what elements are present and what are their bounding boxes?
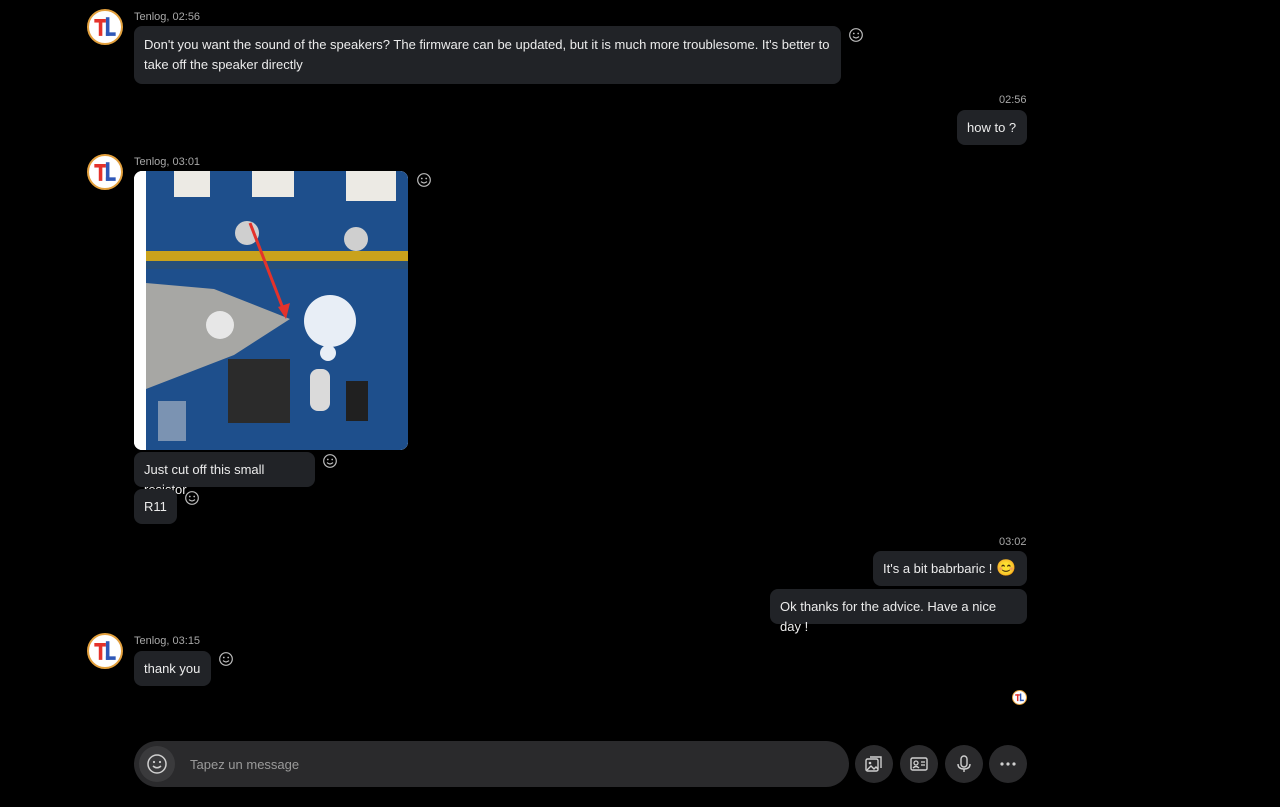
contact-avatar[interactable]	[87, 154, 123, 190]
message-input[interactable]	[190, 741, 830, 787]
smiley-reaction-icon[interactable]	[416, 172, 432, 188]
contact-card-icon	[910, 757, 928, 771]
message-bubble[interactable]: Don't you want the sound of the speakers…	[134, 26, 841, 84]
tenlog-logo-icon	[94, 17, 116, 36]
smiley-reaction-icon[interactable]	[848, 27, 864, 43]
more-dots-icon	[1000, 762, 1016, 766]
message-meta: Tenlog, 03:15	[134, 635, 201, 647]
microphone-button[interactable]	[945, 745, 983, 783]
message-bubble[interactable]: thank you	[134, 651, 211, 686]
smiley-reaction-icon[interactable]	[184, 490, 200, 506]
smiley-reaction-icon[interactable]	[322, 453, 338, 469]
emoji-button[interactable]	[139, 746, 175, 782]
attached-photo[interactable]	[134, 171, 408, 450]
microphone-icon	[957, 755, 971, 772]
message-bubble[interactable]: It's a bit babrbaric ! 😊	[873, 551, 1027, 586]
message-bubble[interactable]: Just cut off this small resistor	[134, 452, 315, 497]
contact-avatar[interactable]	[87, 9, 123, 45]
message-composer	[134, 741, 849, 787]
gallery-icon	[865, 756, 882, 772]
message-bubble[interactable]: Ok thanks for the advice. Have a nice da…	[770, 589, 1027, 634]
tenlog-logo-icon	[1015, 693, 1024, 702]
message-meta: 03:02	[999, 536, 1027, 548]
message-meta: 02:56	[999, 94, 1027, 106]
smiley-reaction-icon[interactable]	[218, 651, 234, 667]
tenlog-logo-icon	[94, 162, 116, 181]
message-text: It's a bit babrbaric !	[883, 560, 993, 576]
contact-avatar[interactable]	[87, 633, 123, 669]
smiling-emoji: 😊	[996, 559, 1017, 577]
tenlog-logo-icon	[94, 641, 116, 660]
contact-card-button[interactable]	[900, 745, 938, 783]
emoji-icon	[147, 754, 167, 774]
message-meta: Tenlog, 02:56	[134, 11, 201, 23]
message-bubble[interactable]: R11	[134, 489, 177, 524]
read-receipt-avatar	[1012, 690, 1027, 705]
gallery-button[interactable]	[855, 745, 893, 783]
message-bubble[interactable]: how to ?	[957, 110, 1027, 145]
more-options-button[interactable]	[989, 745, 1027, 783]
message-meta: Tenlog, 03:01	[134, 156, 201, 168]
